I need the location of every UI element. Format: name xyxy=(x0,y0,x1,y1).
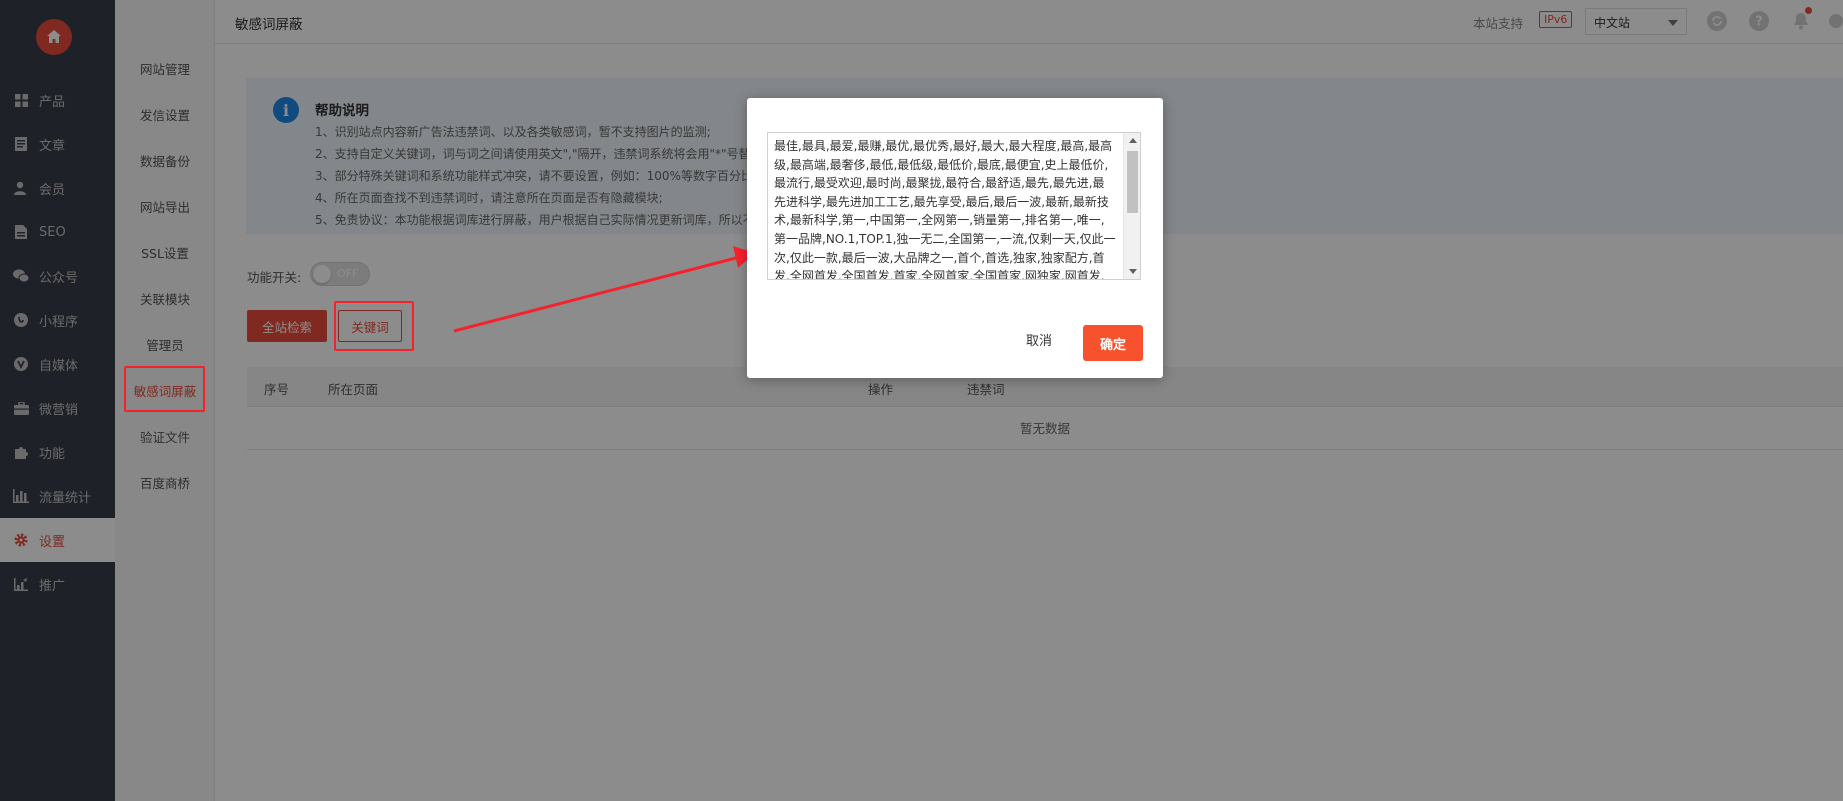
scroll-thumb[interactable] xyxy=(1127,151,1138,213)
keywords-textarea[interactable]: 最佳,最具,最爱,最赚,最优,最优秀,最好,最大,最大程度,最高,最高级,最高端… xyxy=(767,132,1141,280)
textarea-scrollbar[interactable] xyxy=(1123,133,1140,279)
keywords-text: 最佳,最具,最爱,最赚,最优,最优秀,最好,最大,最大程度,最高,最高级,最高端… xyxy=(774,139,1116,279)
annotation-highlight-keywords-button xyxy=(334,301,414,351)
scroll-down-icon[interactable] xyxy=(1129,269,1137,274)
keywords-dialog: 最佳,最具,最爱,最赚,最优,最优秀,最好,最大,最大程度,最高,最高级,最高端… xyxy=(747,98,1163,378)
cancel-button[interactable]: 取消 xyxy=(1026,330,1052,349)
annotation-highlight-submenu xyxy=(124,366,205,412)
scroll-up-icon[interactable] xyxy=(1129,138,1137,143)
confirm-button[interactable]: 确定 xyxy=(1083,325,1143,361)
